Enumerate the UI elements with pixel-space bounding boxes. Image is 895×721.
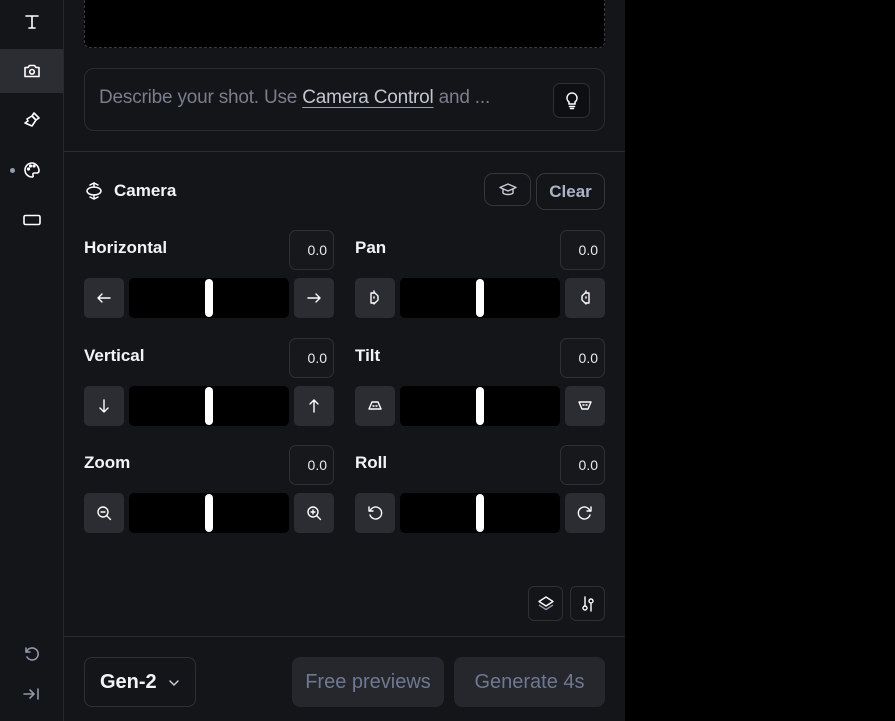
control-roll: Roll 0.0 [355,445,605,553]
vertical-slider-thumb[interactable] [205,387,213,425]
camera-icon [23,64,40,78]
notification-dot [10,168,15,173]
pan-value-input[interactable]: 0.0 [560,230,605,270]
camera-tutorial-button[interactable] [484,173,531,206]
zoom-in-icon [307,506,322,521]
camera-control-icon [86,182,102,200]
vertical-slider[interactable] [129,386,289,426]
model-select-value: Gen-2 [100,670,157,693]
tilt-up-icon [368,401,382,410]
tilt-increase-button[interactable] [565,386,605,426]
pan-increase-button[interactable] [565,278,605,318]
control-tilt: Tilt 0.0 [355,338,605,446]
roll-value-input[interactable]: 0.0 [560,445,605,485]
tilt-down-icon [578,401,592,410]
clear-button[interactable]: Clear [536,173,605,210]
camera-panel: Describe your shot. Use Camera Control a… [64,0,625,721]
rotate-cw-icon [577,506,592,520]
free-previews-button[interactable]: Free previews [292,657,444,707]
reset-icon [24,647,39,661]
horizontal-increase-button[interactable] [294,278,334,318]
horizontal-slider-thumb[interactable] [205,279,213,317]
arrow-down-icon [99,399,109,413]
zoom-value-input[interactable]: 0.0 [289,445,334,485]
horizontal-decrease-button[interactable] [84,278,124,318]
vertical-label: Vertical [84,346,145,365]
footer-divider [64,636,625,637]
vertical-value-input[interactable]: 0.0 [289,338,334,378]
sidebar-item-aspect-ratio[interactable] [0,198,63,242]
model-select[interactable]: Gen-2 [84,657,196,707]
pan-slider[interactable] [400,278,560,318]
chevron-down-icon [169,680,179,687]
tilt-slider-thumb[interactable] [476,387,484,425]
generate-button[interactable]: Generate 4s [454,657,605,707]
rotate-ccw-icon [368,506,383,520]
control-vertical: Vertical 0.0 [84,338,334,446]
horizontal-slider[interactable] [129,278,289,318]
aspect-ratio-icon [22,214,41,226]
pan-slider-thumb[interactable] [476,279,484,317]
text-icon [24,15,39,29]
settings-button[interactable] [570,586,605,621]
vertical-increase-button[interactable] [294,386,334,426]
pan-right-icon [581,290,590,306]
zoom-decrease-button[interactable] [84,493,124,533]
prompt-placeholder: Describe your shot. Use Camera Control a… [99,87,490,109]
control-horizontal: Horizontal 0.0 [84,230,334,338]
tilt-label: Tilt [355,346,381,365]
placeholder-text-end: and ... [433,87,491,108]
sidebar-item-brush[interactable] [0,98,63,142]
vertical-decrease-button[interactable] [84,386,124,426]
image-preview-dropzone[interactable] [84,0,605,48]
sidebar-item-camera[interactable] [0,49,63,93]
palette-icon [23,162,40,178]
pan-label: Pan [355,238,387,257]
layers-icon [537,595,554,610]
zoom-out-icon [97,506,112,521]
arrow-up-icon [309,399,319,413]
sidebar-item-text[interactable] [0,0,63,44]
zoom-label: Zoom [84,453,131,472]
sliders-icon [581,595,594,612]
collapse-button[interactable] [0,672,63,716]
sidebar [0,0,64,721]
zoom-increase-button[interactable] [294,493,334,533]
pan-left-icon [370,290,379,306]
layers-button[interactable] [528,586,563,621]
divider [64,151,625,152]
control-zoom: Zoom 0.0 [84,445,334,553]
sidebar-item-palette[interactable] [0,148,63,192]
collapse-icon [22,688,39,700]
roll-increase-button[interactable] [565,493,605,533]
brush-icon [23,112,40,127]
graduation-cap-icon [498,182,517,195]
prompt-hint-button[interactable] [553,83,590,118]
tilt-slider[interactable] [400,386,560,426]
reset-button[interactable] [0,632,63,676]
tilt-value-input[interactable]: 0.0 [560,338,605,378]
roll-decrease-button[interactable] [355,493,395,533]
camera-control-link[interactable]: Camera Control [302,87,434,108]
prompt-input[interactable]: Describe your shot. Use Camera Control a… [84,68,605,131]
pan-decrease-button[interactable] [355,278,395,318]
horizontal-value-input[interactable]: 0.0 [289,230,334,270]
roll-slider-thumb[interactable] [476,494,484,532]
control-pan: Pan 0.0 [355,230,605,338]
lightbulb-icon [565,91,578,109]
horizontal-label: Horizontal [84,238,168,257]
zoom-slider-thumb[interactable] [205,494,213,532]
camera-section-title: Camera [114,181,177,200]
tilt-decrease-button[interactable] [355,386,395,426]
arrow-right-icon [307,293,321,303]
placeholder-text: Describe your shot. Use [99,87,303,108]
arrow-left-icon [97,293,111,303]
roll-slider[interactable] [400,493,560,533]
roll-label: Roll [355,453,388,472]
zoom-slider[interactable] [129,493,289,533]
